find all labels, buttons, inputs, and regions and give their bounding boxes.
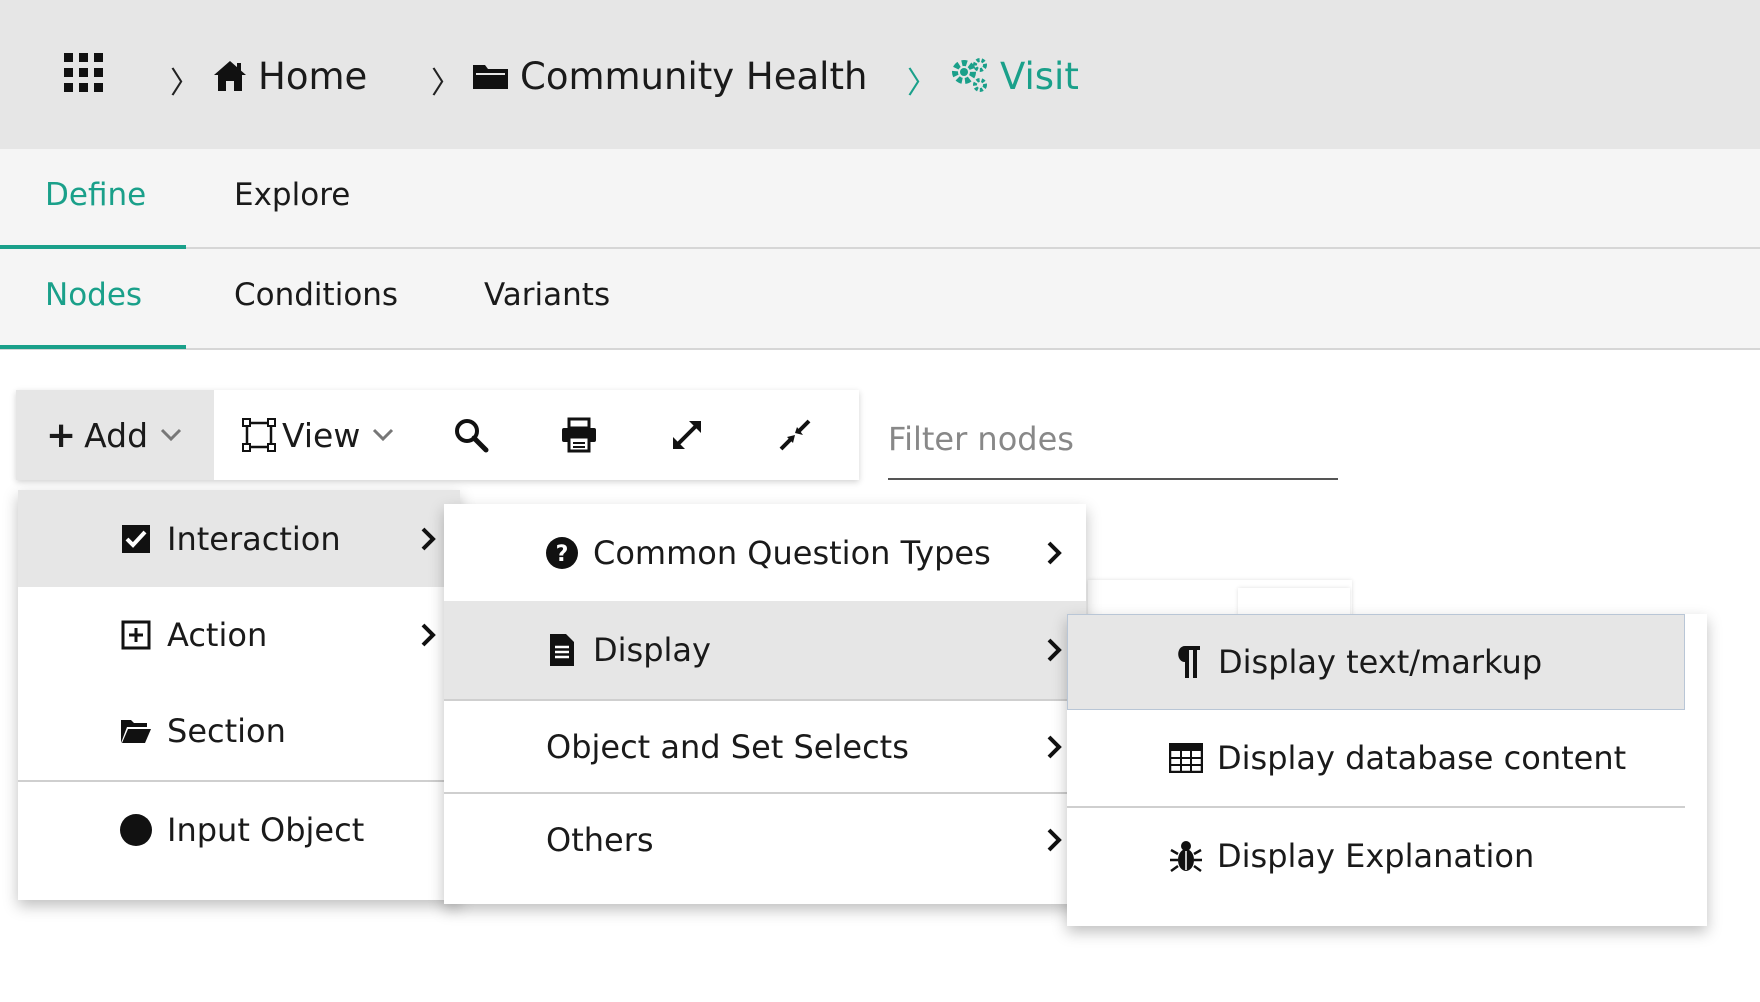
menu-item-label: Display database content	[1217, 739, 1627, 777]
plus-icon: +	[46, 414, 77, 456]
view-label: View	[282, 415, 361, 455]
add-button[interactable]: + Add	[16, 390, 214, 480]
breadcrumb-community-health[interactable]: Community Health	[472, 48, 867, 104]
menu-item-label: Object and Set Selects	[546, 727, 909, 766]
active-tab-indicator	[0, 345, 186, 349]
svg-text:?: ?	[556, 542, 569, 567]
table-icon	[1169, 741, 1203, 775]
chevron-right-icon	[1047, 638, 1062, 662]
chevron-down-icon	[161, 428, 182, 442]
tab-explore[interactable]: Explore	[234, 177, 350, 213]
menu-item-label: Action	[167, 616, 268, 654]
breadcrumb-label: Community Health	[520, 54, 868, 98]
grid-icon[interactable]	[64, 53, 103, 92]
menu-item-object-and-set-selects[interactable]: Object and Set Selects	[444, 701, 1086, 792]
menu-item-label: Interaction	[167, 519, 341, 558]
print-icon[interactable]	[556, 412, 602, 458]
menu-item-input-object[interactable]: Input Object	[18, 782, 460, 878]
bug-icon	[1169, 839, 1203, 873]
breadcrumb-visit[interactable]: Visit	[950, 48, 1079, 104]
chevron-right-icon: 〉	[907, 66, 937, 101]
menu-item-label: Others	[546, 821, 654, 859]
frame-icon	[242, 418, 276, 452]
breadcrumb-home[interactable]: Home	[212, 48, 367, 104]
folder-icon	[473, 65, 508, 89]
tab-variants[interactable]: Variants	[484, 277, 610, 313]
display-submenu: Display text/markup Display database con…	[1067, 614, 1707, 926]
compress-icon[interactable]	[772, 412, 818, 458]
home-icon	[214, 61, 246, 91]
menu-item-action[interactable]: Action	[18, 587, 460, 683]
menu-item-common-question-types[interactable]: ? Common Question Types	[444, 504, 1086, 601]
question-circle-icon: ?	[545, 536, 579, 570]
chevron-right-icon	[421, 623, 436, 647]
breadcrumb-label: Visit	[1000, 54, 1079, 98]
menu-item-section[interactable]: Section	[18, 683, 460, 779]
menu-item-interaction[interactable]: Interaction	[18, 490, 460, 587]
chevron-right-icon	[1047, 541, 1062, 564]
chevron-right-icon	[421, 527, 436, 550]
chevron-down-icon	[373, 428, 394, 442]
menu-item-label: Section	[167, 712, 286, 750]
checkbox-checked-icon	[119, 522, 153, 556]
menu-item-label: Display Explanation	[1217, 837, 1535, 875]
tab-define[interactable]: Define	[45, 177, 146, 213]
view-button[interactable]: View	[242, 390, 394, 480]
menu-item-display-database-content[interactable]: Display database content	[1067, 710, 1707, 806]
paragraph-icon	[1170, 645, 1204, 679]
expand-icon[interactable]	[664, 412, 710, 458]
filter-nodes-field[interactable]	[888, 408, 1338, 480]
menu-item-display-text-markup[interactable]: Display text/markup	[1067, 614, 1685, 710]
interaction-submenu: ? Common Question Types Display Object a…	[444, 504, 1086, 904]
menu-item-display[interactable]: Display	[444, 601, 1086, 699]
folder-open-icon	[119, 714, 153, 748]
search-icon[interactable]	[448, 412, 494, 458]
chevron-right-icon: 〉	[170, 66, 200, 101]
filter-nodes-input[interactable]	[888, 408, 1338, 478]
chevron-right-icon: 〉	[431, 66, 461, 101]
add-menu: Interaction Action Section Input Object	[18, 490, 460, 900]
plus-square-icon	[119, 618, 153, 652]
circle-icon	[119, 813, 153, 847]
menu-item-label: Display text/markup	[1218, 643, 1543, 681]
breadcrumb-label: Home	[258, 54, 368, 98]
tab-nodes[interactable]: Nodes	[45, 277, 142, 313]
chevron-right-icon	[1047, 828, 1062, 852]
node-toolbar: + Add View	[16, 390, 859, 480]
tab-conditions[interactable]: Conditions	[234, 277, 398, 313]
menu-item-label: Input Object	[167, 811, 365, 849]
breadcrumb-bar: 〉 Home 〉 Community Health 〉 Visit	[0, 0, 1760, 149]
menu-item-others[interactable]: Others	[444, 794, 1086, 886]
menu-item-label: Display	[593, 631, 711, 669]
gears-icon	[952, 58, 987, 92]
secondary-tabs: Nodes Conditions Variants	[0, 249, 1760, 350]
menu-item-label: Common Question Types	[593, 533, 991, 572]
document-icon	[545, 633, 579, 667]
menu-item-display-explanation[interactable]: Display Explanation	[1067, 808, 1707, 904]
primary-tabs: Define Explore	[0, 149, 1760, 249]
chevron-right-icon	[1047, 735, 1062, 758]
add-label: Add	[84, 415, 149, 455]
